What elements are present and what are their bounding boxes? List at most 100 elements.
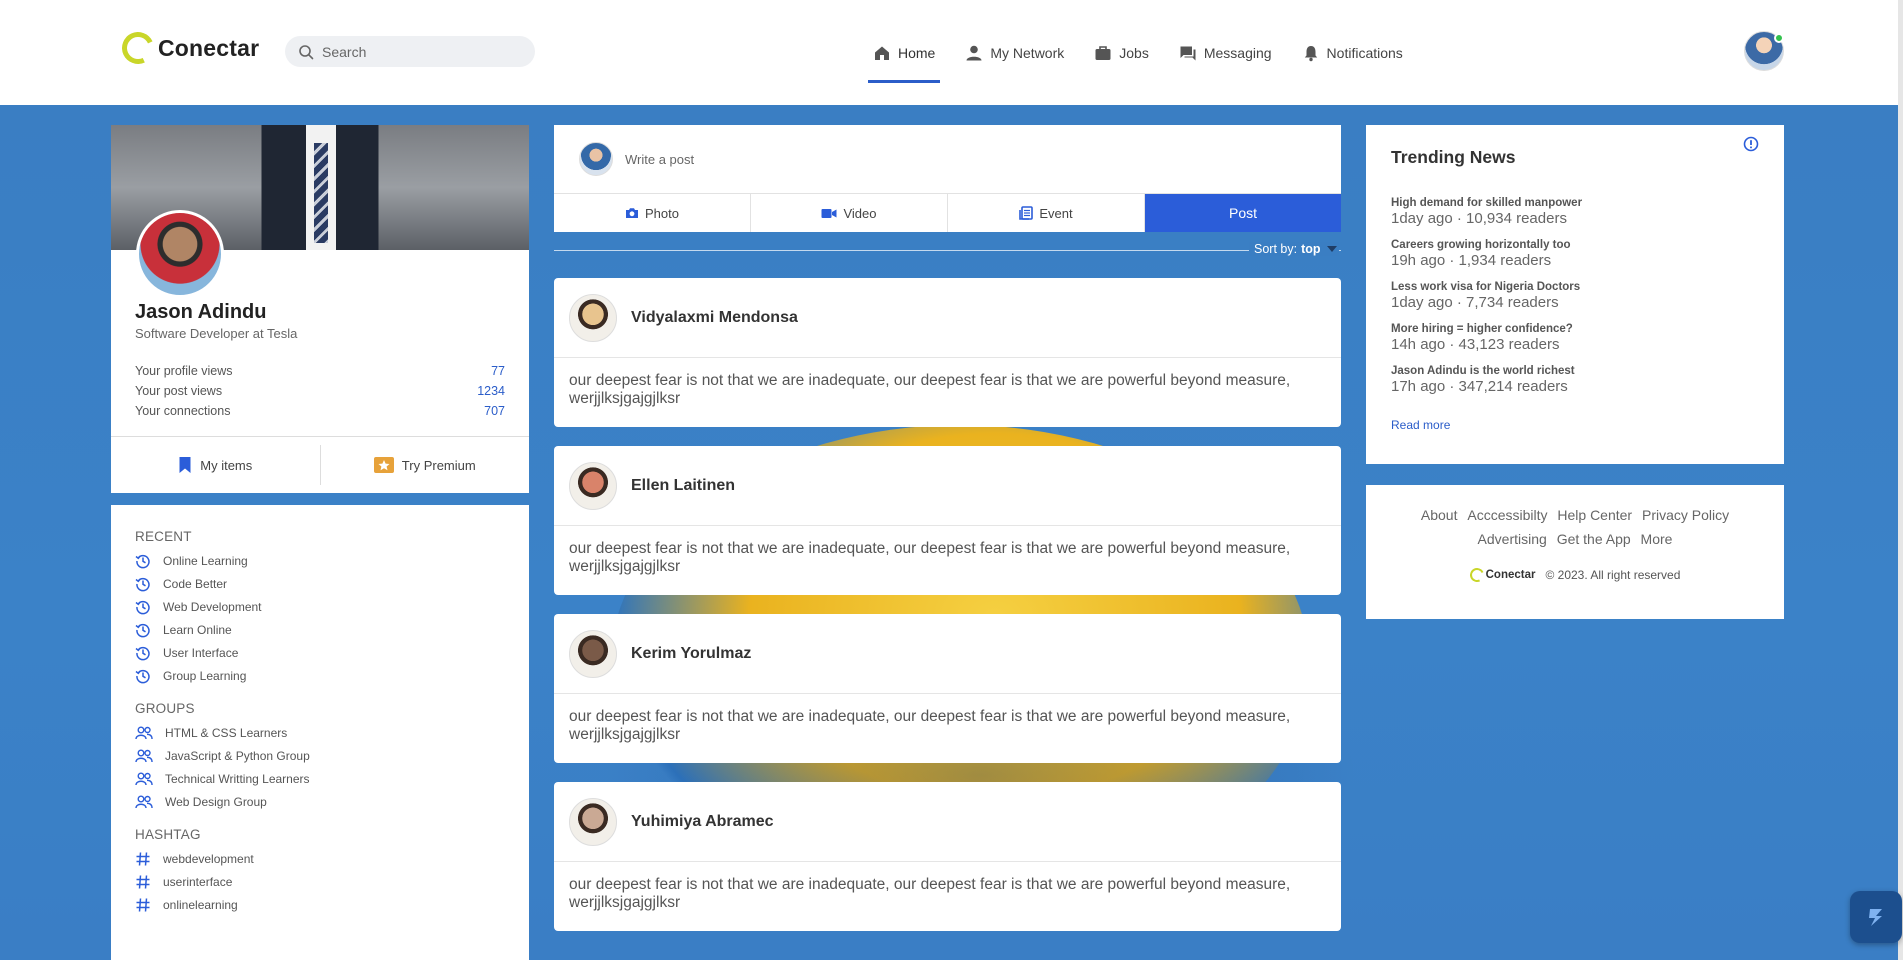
footer-link-more[interactable]: More: [1641, 531, 1673, 547]
news-meta: 1day ago · 10,934 readers: [1391, 210, 1567, 227]
recent-item[interactable]: Learn Online: [135, 618, 505, 641]
stat-label: Your post views: [135, 384, 223, 398]
recent-item[interactable]: Code Better: [135, 572, 505, 595]
logo-mark-icon: [117, 27, 159, 69]
home-icon: [875, 46, 889, 60]
nav-my-network-label: My Network: [990, 44, 1065, 61]
nav-messaging-label: Messaging: [1203, 44, 1272, 61]
sort-label: Sort by:: [1254, 242, 1298, 256]
recent-item-label: Group Learning: [163, 668, 247, 683]
group-item[interactable]: JavaScript & Python Group: [135, 744, 505, 767]
footer-link-privacy-policy[interactable]: Privacy Policy: [1642, 507, 1729, 523]
nav-notifications-label: Notifications: [1326, 44, 1403, 61]
nav-messaging[interactable]: Messaging: [1174, 0, 1277, 105]
post-author-avatar[interactable]: [569, 797, 617, 846]
post-author-avatar[interactable]: [569, 461, 617, 510]
news-item[interactable]: Less work visa for Nigeria Doctors 1day a…: [1391, 280, 1759, 312]
group-item[interactable]: Technical Writting Learners: [135, 767, 505, 790]
footer-logo-text: Conectar: [1485, 569, 1536, 581]
footer-links: About Acccessibilty Help Center Privacy …: [1366, 503, 1784, 551]
group-icon: [135, 795, 153, 808]
stat-profile-views[interactable]: Your profile views 77: [135, 361, 505, 381]
group-item[interactable]: HTML & CSS Learners: [135, 721, 505, 744]
sort-dropdown[interactable]: Sort by: top: [1249, 242, 1339, 256]
footer-link-accessibility[interactable]: Acccessibilty: [1467, 507, 1547, 523]
post-header: Yuhimiya Abramec: [554, 782, 1341, 862]
event-label: Event: [1039, 205, 1073, 221]
post-text: our deepest fear is not that we are inad…: [569, 876, 1291, 911]
video-button[interactable]: Video: [751, 194, 948, 232]
recent-list: Online Learning Code Better Web Developmen…: [135, 549, 505, 687]
my-items-label: My items: [200, 457, 253, 473]
news-item[interactable]: Careers growing horizontally too 19h ago …: [1391, 238, 1759, 270]
footer-logo[interactable]: Conectar: [1467, 566, 1536, 584]
post-author-name[interactable]: Ellen Laitinen: [631, 477, 735, 495]
post-button[interactable]: Post: [1145, 194, 1341, 232]
nav-home[interactable]: Home: [868, 0, 941, 105]
post-author-name[interactable]: Vidyalaxmi Mendonsa: [631, 309, 798, 327]
profile-name[interactable]: Jason Adindu: [135, 301, 266, 324]
news-title: More hiring = higher confidence?: [1391, 323, 1573, 335]
video-icon: [821, 208, 837, 218]
floating-action-widget[interactable]: [1850, 891, 1902, 943]
hashtag-item[interactable]: onlinelearning: [135, 893, 505, 916]
event-button[interactable]: Event: [948, 194, 1145, 232]
recent-item[interactable]: Online Learning: [135, 549, 505, 572]
photo-button[interactable]: Photo: [554, 194, 751, 232]
recent-item[interactable]: Group Learning: [135, 664, 505, 687]
hashtag-item[interactable]: userinterface: [135, 870, 505, 893]
recent-item[interactable]: User Interface: [135, 641, 505, 664]
footer-bottom: Conectar © 2023. All right reserved: [1366, 566, 1784, 584]
search-input[interactable]: [322, 43, 522, 60]
try-premium-label: Try Premium: [401, 457, 476, 473]
profile-stats: Your profile views 77 Your post views 12…: [135, 361, 505, 421]
chat-icon: [1180, 46, 1196, 60]
my-items-button[interactable]: My items: [111, 437, 320, 493]
post-label: Post: [1228, 205, 1257, 221]
user-avatar[interactable]: [1744, 31, 1784, 71]
post-author-name[interactable]: Yuhimiya Abramec: [631, 813, 774, 831]
scrollbar-track[interactable]: [1898, 0, 1903, 960]
nav-jobs[interactable]: Jobs: [1089, 0, 1154, 105]
footer-link-about[interactable]: About: [1421, 507, 1458, 523]
post-author-avatar[interactable]: [569, 629, 617, 678]
news-item[interactable]: High demand for skilled manpower 1day ago…: [1391, 196, 1759, 228]
footer-link-help-center[interactable]: Help Center: [1557, 507, 1632, 523]
search-box[interactable]: [285, 36, 535, 67]
recent-heading: RECENT: [135, 529, 192, 544]
sort-divider: [554, 250, 1341, 251]
logo-mark-icon: [1467, 566, 1486, 584]
write-post-input[interactable]: [625, 151, 1225, 167]
news-meta: 17h ago · 347,214 readers: [1391, 378, 1568, 395]
info-icon[interactable]: [1743, 136, 1759, 152]
post-author-avatar[interactable]: [569, 293, 617, 342]
composer-avatar: [579, 142, 613, 176]
nav-my-network[interactable]: My Network: [960, 0, 1069, 105]
read-more-link[interactable]: Read more: [1391, 418, 1450, 432]
profile-avatar[interactable]: [136, 210, 224, 298]
footer-link-advertising[interactable]: Advertising: [1478, 531, 1547, 547]
hashtag-item[interactable]: webdevelopment: [135, 847, 505, 870]
post-card: Yuhimiya Abramec our deepest fear is not …: [554, 782, 1341, 931]
try-premium-button[interactable]: Try Premium: [321, 437, 530, 493]
post-header: Ellen Laitinen: [554, 446, 1341, 526]
footer-card: About Acccessibilty Help Center Privacy …: [1366, 485, 1784, 619]
recent-item[interactable]: Web Development: [135, 595, 505, 618]
logo[interactable]: Conectar: [117, 27, 259, 69]
profile-card: Jason Adindu Software Developer at Tesla…: [111, 125, 529, 493]
stat-label: Your connections: [135, 404, 231, 418]
post-author-name[interactable]: Kerim Yorulmaz: [631, 645, 751, 663]
news-item[interactable]: More hiring = higher confidence? 14h ago …: [1391, 322, 1759, 354]
stat-post-views[interactable]: Your post views 1234: [135, 381, 505, 401]
recent-item-label: Learn Online: [163, 622, 232, 637]
news-item[interactable]: Jason Adindu is the world richest 17h ago…: [1391, 364, 1759, 396]
group-item[interactable]: Web Design Group: [135, 790, 505, 813]
photo-label: Photo: [645, 205, 679, 221]
stat-connections[interactable]: Your connections 707: [135, 401, 505, 421]
lightning-icon: [1869, 909, 1882, 926]
nav-home-label: Home: [898, 44, 936, 61]
nav-notifications[interactable]: Notifications: [1297, 0, 1408, 105]
briefcase-icon: [1095, 45, 1111, 60]
footer-link-get-the-app[interactable]: Get the App: [1557, 531, 1631, 547]
post-header: Kerim Yorulmaz: [554, 614, 1341, 694]
